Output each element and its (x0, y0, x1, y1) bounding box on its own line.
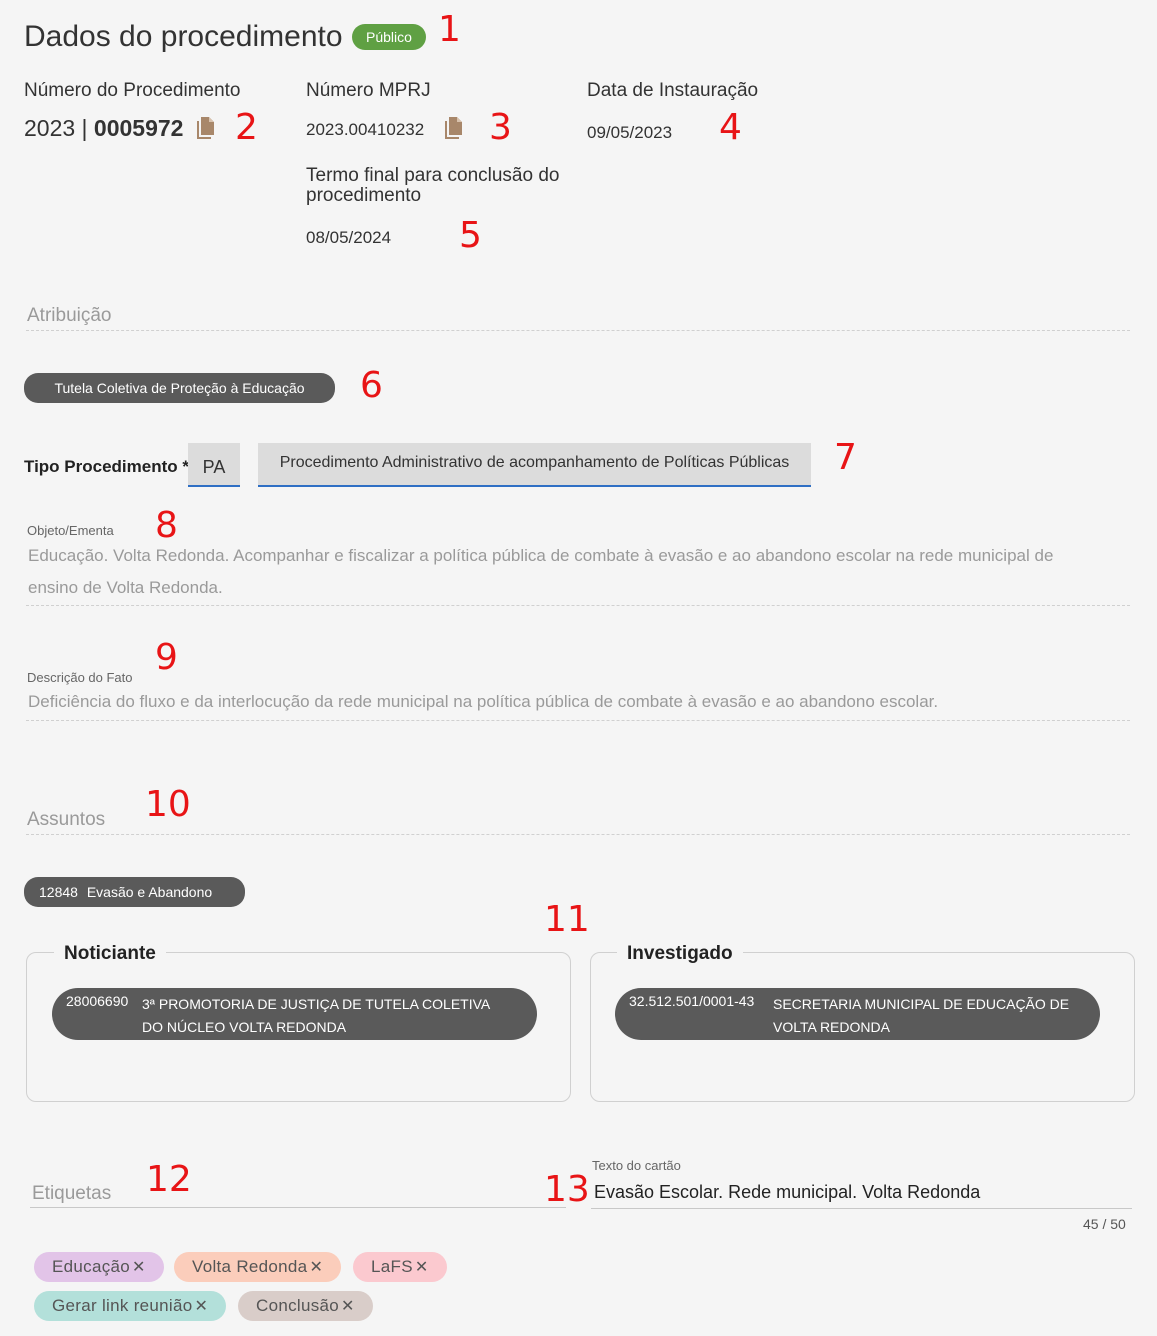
investigado-legend: Investigado (617, 943, 743, 965)
atribuicao-chip: Tutela Coletiva de Proteção à Educação (24, 373, 335, 403)
tag-label: Educação (52, 1257, 131, 1276)
numero-procedimento-label: Número do Procedimento (24, 80, 241, 101)
descricao-label: Descrição do Fato (27, 670, 133, 685)
close-icon[interactable]: ✕ (341, 1298, 355, 1315)
close-icon[interactable]: ✕ (309, 1259, 323, 1276)
tag-label: Gerar link reunião (52, 1296, 193, 1315)
annotation-9: 9 (155, 637, 178, 678)
investigado-code: 32.512.501/0001-43 (629, 993, 755, 1009)
termo-final-label: Termo final para conclusão do procedimen… (306, 166, 559, 206)
objeto-text[interactable]: Educação. Volta Redonda. Acompanhar e fi… (28, 540, 1128, 604)
close-icon[interactable]: ✕ (195, 1298, 209, 1315)
annotation-4: 4 (719, 107, 742, 148)
tag-chip[interactable]: Gerar link reunião ✕ (34, 1291, 227, 1321)
noticiante-chip: 28006690 3ª PROMOTORIA DE JUSTIÇA DE TUT… (52, 988, 537, 1040)
cartao-counter: 45 / 50 (1083, 1216, 1126, 1232)
page-title: Dados do procedimento (24, 20, 343, 53)
tag-conclusao[interactable]: Conclusão ✕ (238, 1291, 373, 1321)
annotation-3: 3 (489, 107, 512, 148)
objeto-line1: Educação. Volta Redonda. Acompanhar e fi… (28, 546, 1054, 565)
copy-icon[interactable] (442, 116, 464, 140)
annotation-13: 13 (544, 1169, 590, 1210)
assuntos-divider (26, 834, 1130, 835)
annotation-11: 11 (544, 899, 590, 940)
investigado-name-line1: SECRETARIA MUNICIPAL DE EDUCAÇÃO DE (773, 996, 1070, 1012)
investigado-chip: 32.512.501/0001-43 SECRETARIA MUNICIPAL … (615, 988, 1100, 1040)
noticiante-legend: Noticiante (54, 943, 166, 965)
objeto-line2: ensino de Volta Redonda. (28, 578, 223, 597)
assunto-chip: 12848 Evasão e Abandono (24, 877, 245, 907)
termo-final-label-line1: Termo final para conclusão do (306, 165, 560, 186)
tag-chip[interactable]: Conclusão ✕ (238, 1291, 373, 1321)
numero-procedimento-value: 2023 | 0005972 (24, 115, 183, 142)
descricao-text[interactable]: Deficiência do fluxo e da interlocução d… (28, 686, 938, 718)
tag-chip[interactable]: LaFS ✕ (353, 1252, 447, 1282)
investigado-name-line2: VOLTA REDONDA (773, 1019, 890, 1035)
tipo-procedimento-label: Tipo Procedimento * (24, 457, 189, 476)
atribuicao-label: Atribuição (27, 305, 112, 326)
copy-icon[interactable] (194, 116, 216, 140)
data-instauracao-label: Data de Instauração (587, 80, 759, 101)
annotation-8: 8 (155, 505, 178, 546)
etiquetas-input-underline[interactable] (30, 1207, 566, 1208)
cartao-label: Texto do cartão (592, 1158, 681, 1173)
annotation-5: 5 (459, 215, 482, 256)
tag-gerar-link-reuniao[interactable]: Gerar link reunião ✕ (34, 1291, 227, 1321)
cartao-input[interactable]: Evasão Escolar. Rede municipal. Volta Re… (594, 1182, 980, 1203)
tag-lafs[interactable]: LaFS ✕ (353, 1252, 447, 1282)
investigado-name: SECRETARIA MUNICIPAL DE EDUCAÇÃO DE VOLT… (773, 993, 1069, 1039)
annotation-2: 2 (235, 107, 258, 148)
tag-chip[interactable]: Volta Redonda ✕ (174, 1252, 342, 1282)
descricao-divider (26, 720, 1130, 721)
tag-volta-redonda[interactable]: Volta Redonda ✕ (174, 1252, 342, 1282)
objeto-divider (26, 605, 1130, 606)
numero-mprj-value: 2023.00410232 (306, 120, 425, 139)
annotation-7: 7 (834, 437, 857, 478)
numero-procedimento-year: 2023 | (24, 115, 94, 141)
tag-educacao[interactable]: Educação ✕ (34, 1252, 164, 1282)
tag-label: Volta Redonda (192, 1257, 308, 1276)
assunto-chip-code: 12848 (39, 884, 78, 900)
annotation-10: 10 (145, 784, 191, 825)
termo-final-label-line2: procedimento (306, 185, 422, 206)
objeto-label: Objeto/Ementa (27, 523, 114, 538)
close-icon[interactable]: ✕ (415, 1259, 429, 1276)
atribuicao-divider (26, 330, 1130, 331)
tipo-procedimento-code-select[interactable]: PA (188, 443, 240, 487)
etiquetas-label: Etiquetas (32, 1183, 112, 1204)
tag-label: Conclusão (256, 1296, 340, 1315)
cartao-input-underline (591, 1208, 1132, 1209)
data-instauracao-value: 09/05/2023 (587, 123, 673, 142)
noticiante-name-line1: 3ª PROMOTORIA DE JUSTIÇA DE TUTELA COLET… (142, 996, 491, 1012)
close-icon[interactable]: ✕ (132, 1259, 146, 1276)
annotation-12: 12 (146, 1159, 192, 1200)
annotation-1: 1 (438, 9, 461, 50)
tipo-procedimento-description-select[interactable]: Procedimento Administrativo de acompanha… (258, 443, 811, 487)
assunto-chip-text: Evasão e Abandono (86, 884, 213, 900)
numero-procedimento-number: 0005972 (93, 115, 184, 141)
public-badge: Público (352, 24, 426, 50)
tag-chip[interactable]: Educação ✕ (34, 1252, 164, 1282)
noticiante-code: 28006690 (66, 993, 129, 1009)
assuntos-label: Assuntos (27, 809, 106, 830)
termo-final-value: 08/05/2024 (306, 228, 392, 247)
noticiante-name-line2: DO NÚCLEO VOLTA REDONDA (142, 1019, 347, 1035)
noticiante-name: 3ª PROMOTORIA DE JUSTIÇA DE TUTELA COLET… (142, 993, 490, 1039)
annotation-6: 6 (360, 365, 383, 406)
numero-mprj-label: Número MPRJ (306, 80, 431, 101)
tag-label: LaFS (371, 1257, 413, 1276)
